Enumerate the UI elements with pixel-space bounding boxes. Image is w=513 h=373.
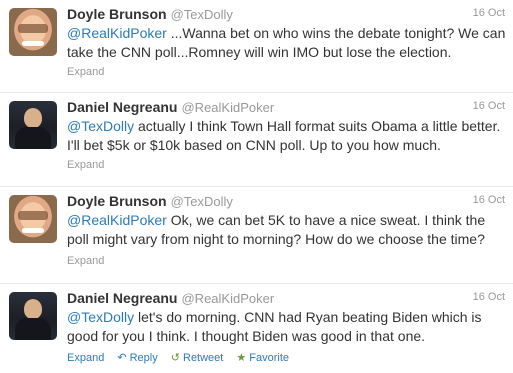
tweet-actions: Expand (67, 159, 114, 171)
tweet-timestamp[interactable]: 16 Oct (473, 100, 505, 112)
tweet-text: @TexDolly let's do morning. CNN had Ryan… (67, 308, 507, 346)
expand-link[interactable]: Expand (67, 255, 104, 267)
tweet-header: Doyle Brunson @TexDolly 16 Oct (67, 6, 505, 24)
tweet-item[interactable]: Daniel Negreanu @RealKidPoker 16 Oct @Tex… (0, 93, 513, 187)
user-handle[interactable]: @RealKidPoker (181, 291, 274, 306)
reply-arrow-icon: ↶ (117, 352, 127, 364)
reply-label: Reply (129, 352, 158, 364)
tweet-text: @RealKidPoker Ok, we can bet 5K to have … (67, 211, 507, 249)
user-handle[interactable]: @TexDolly (171, 194, 233, 209)
user-handle[interactable]: @RealKidPoker (181, 100, 274, 115)
user-handle[interactable]: @TexDolly (171, 7, 233, 22)
tweet-actions: Expand (67, 255, 114, 267)
mention-link[interactable]: @TexDolly (67, 118, 134, 134)
retweet-button[interactable]: ↺ Retweet (171, 351, 224, 364)
tweet-timestamp[interactable]: 16 Oct (473, 7, 505, 19)
mention-link[interactable]: @RealKidPoker (67, 212, 167, 228)
tweet-item[interactable]: Doyle Brunson @TexDolly 16 Oct @RealKidPo… (0, 187, 513, 284)
retweet-label: Retweet (183, 352, 224, 364)
tweet-timeline: Doyle Brunson @TexDolly 16 Oct @RealKidPo… (0, 0, 513, 373)
tweet-actions: Expand ↶ Reply ↺ Retweet ★ Favorite (67, 351, 299, 364)
tweet-header: Daniel Negreanu @RealKidPoker 16 Oct (67, 99, 505, 117)
star-icon: ★ (236, 352, 247, 364)
tweet-header: Daniel Negreanu @RealKidPoker 16 Oct (67, 290, 505, 308)
mention-link[interactable]: @TexDolly (67, 309, 134, 325)
user-name[interactable]: Daniel Negreanu (67, 290, 177, 306)
tweet-timestamp[interactable]: 16 Oct (473, 291, 505, 303)
expand-link[interactable]: Expand (67, 352, 104, 364)
user-name[interactable]: Daniel Negreanu (67, 99, 177, 115)
tweet-item[interactable]: Daniel Negreanu @RealKidPoker 16 Oct @Tex… (0, 284, 513, 373)
retweet-icon: ↺ (170, 352, 180, 364)
tweet-header: Doyle Brunson @TexDolly 16 Oct (67, 193, 505, 211)
avatar[interactable] (9, 8, 57, 56)
tweet-timestamp[interactable]: 16 Oct (473, 194, 505, 206)
avatar[interactable] (9, 195, 57, 243)
tweet-text: @TexDolly actually I think Town Hall for… (67, 117, 507, 155)
reply-button[interactable]: ↶ Reply (117, 351, 157, 364)
tweet-text: @RealKidPoker ...Wanna bet on who wins t… (67, 24, 507, 62)
favorite-label: Favorite (249, 352, 290, 364)
user-name[interactable]: Doyle Brunson (67, 193, 167, 209)
expand-link[interactable]: Expand (67, 66, 104, 78)
mention-link[interactable]: @RealKidPoker (67, 25, 167, 41)
user-name[interactable]: Doyle Brunson (67, 6, 167, 22)
tweet-actions: Expand (67, 66, 114, 78)
favorite-button[interactable]: ★ Favorite (236, 351, 289, 364)
tweet-item[interactable]: Doyle Brunson @TexDolly 16 Oct @RealKidPo… (0, 0, 513, 93)
expand-link[interactable]: Expand (67, 159, 104, 171)
avatar[interactable] (9, 292, 57, 340)
avatar[interactable] (9, 101, 57, 149)
